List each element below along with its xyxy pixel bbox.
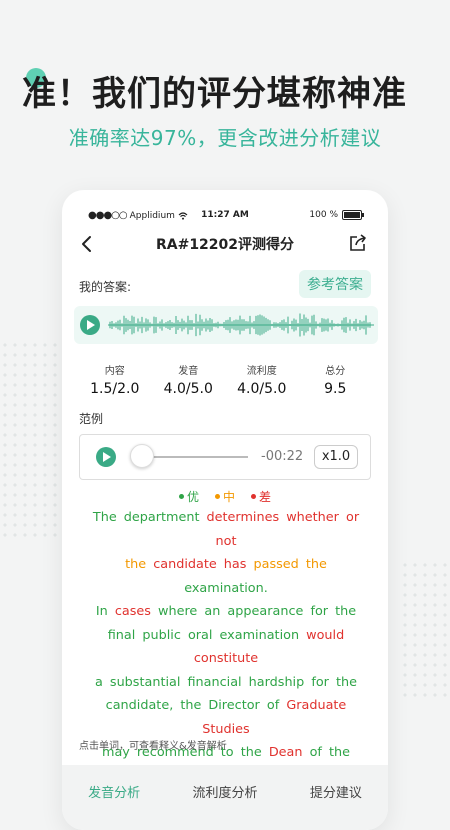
tab-2[interactable]: 提分建议 xyxy=(310,782,362,801)
battery-percent: 100 % xyxy=(309,210,338,220)
score-value: 4.0/5.0 xyxy=(163,381,213,397)
example-player: -00:22 x1.0 xyxy=(79,434,371,480)
analysis-tabs: 发音分析 流利度分析 提分建议 xyxy=(62,782,388,801)
passage-word[interactable]: not xyxy=(216,534,237,549)
my-answer-row: 我的答案: 参考答案 xyxy=(79,270,371,298)
my-recording xyxy=(74,306,378,344)
score-label: 内容 xyxy=(104,366,125,377)
passage-word[interactable]: the xyxy=(125,557,146,572)
legend-dot xyxy=(178,494,184,499)
passage-word[interactable]: final public oral examination xyxy=(108,628,299,643)
time-remaining: -00:22 xyxy=(261,449,304,464)
passage-word[interactable]: candidate, the Director xyxy=(106,698,260,713)
my-answer-label: 我的答案: xyxy=(79,280,132,294)
passage-word[interactable]: appearance xyxy=(227,604,303,619)
legend-label: 差 xyxy=(259,490,272,504)
progress-track[interactable] xyxy=(146,456,248,458)
passage-line: the candidate has passed the examination… xyxy=(81,553,371,600)
score-item: 内容 1.5/2.0 xyxy=(78,362,152,397)
passage-word[interactable]: of xyxy=(267,698,279,713)
passage-word[interactable]: The department xyxy=(93,510,200,525)
passage-word[interactable]: where xyxy=(158,604,197,619)
legend-dot xyxy=(251,494,256,499)
passage-word[interactable]: for xyxy=(310,604,328,619)
score-value: 4.0/5.0 xyxy=(237,381,287,397)
passage-word[interactable]: In xyxy=(96,604,108,619)
score-item: 总分 9.5 xyxy=(299,362,373,397)
passage-line: In cases where an appearance for the xyxy=(81,600,371,624)
passage-word[interactable]: passed the xyxy=(254,557,327,572)
legend-item: 差 xyxy=(251,488,271,505)
legend-label: 中 xyxy=(222,490,235,504)
legend-dot xyxy=(214,494,220,499)
passage-word[interactable]: determines whether xyxy=(207,510,339,525)
legend-item: 中 xyxy=(214,488,235,505)
passage-word[interactable]: the xyxy=(241,745,262,760)
reference-answer-button[interactable]: 参考答案 xyxy=(299,270,371,298)
score-legend: 优中差 xyxy=(62,488,388,505)
passage-word[interactable]: the xyxy=(329,745,350,760)
battery-icon xyxy=(342,210,364,220)
passage-word[interactable]: of xyxy=(310,745,322,760)
example-label: 范例 xyxy=(79,412,104,426)
score-label: 流利度 xyxy=(246,366,277,377)
phone-screen: ●●●○○ Applidium 11:27 AM 100 % RA#12202评… xyxy=(62,190,388,830)
passage-word[interactable]: or xyxy=(346,510,359,525)
score-label: 总分 xyxy=(325,366,346,377)
passage-word[interactable]: examination. xyxy=(184,581,268,596)
passage-word[interactable]: an xyxy=(204,604,220,619)
legend-item: 优 xyxy=(178,488,199,505)
speed-button[interactable]: x1.0 xyxy=(314,445,358,469)
passage-word[interactable]: the xyxy=(335,604,356,619)
status-bar: ●●●○○ Applidium 11:27 AM 100 % xyxy=(62,210,388,226)
passage-line: a substantial financial hardship for the xyxy=(81,671,371,695)
decorative-dots xyxy=(400,560,450,700)
score-item: 发音 4.0/5.0 xyxy=(152,362,226,397)
passage-word[interactable]: for xyxy=(311,675,329,690)
passage-word[interactable]: candidate has xyxy=(153,557,246,572)
promo-subline: 准确率达97%，更含改进分析建议 xyxy=(68,126,382,150)
promo-headline: 准！我们的评分堪称神准 xyxy=(22,66,442,115)
tab-1[interactable]: 流利度分析 xyxy=(192,782,257,801)
passage-word[interactable]: the xyxy=(336,675,357,690)
waveform[interactable] xyxy=(108,310,374,340)
score-value: 1.5/2.0 xyxy=(90,381,140,397)
score-stats: 内容 1.5/2.0 发音 4.0/5.0 流利度 4.0/5.0 总分 9.5 xyxy=(78,362,372,397)
tab-0[interactable]: 发音分析 xyxy=(88,782,140,801)
passage-line: candidate, the Director of Graduate Stud… xyxy=(81,694,371,741)
battery: 100 % xyxy=(309,210,364,220)
score-label: 发音 xyxy=(178,366,199,377)
score-value: 9.5 xyxy=(324,381,347,397)
promo-headline-text: 准！我们的评分堪称神准 xyxy=(22,74,407,114)
passage-line: The department determines whether or not xyxy=(81,506,371,553)
play-icon[interactable] xyxy=(80,315,100,335)
page-title: RA#12202评测得分 xyxy=(155,237,295,253)
passage-word[interactable]: a xyxy=(95,675,103,690)
passage-word[interactable]: substantial financial hardship xyxy=(110,675,304,690)
share-icon[interactable] xyxy=(348,233,368,253)
hint-text: 点击单词，可查看释义&发音解析 xyxy=(79,741,227,752)
legend-label: 优 xyxy=(186,490,199,504)
score-item: 流利度 4.0/5.0 xyxy=(225,362,299,397)
play-icon[interactable] xyxy=(96,447,116,467)
passage-word[interactable]: cases xyxy=(115,604,151,619)
passage-line: final public oral examination would cons… xyxy=(81,624,371,671)
decorative-dots xyxy=(0,340,60,540)
progress-thumb[interactable] xyxy=(130,444,154,468)
passage-word[interactable]: Dean xyxy=(269,745,303,760)
nav-bar: RA#12202评测得分 xyxy=(62,232,388,256)
